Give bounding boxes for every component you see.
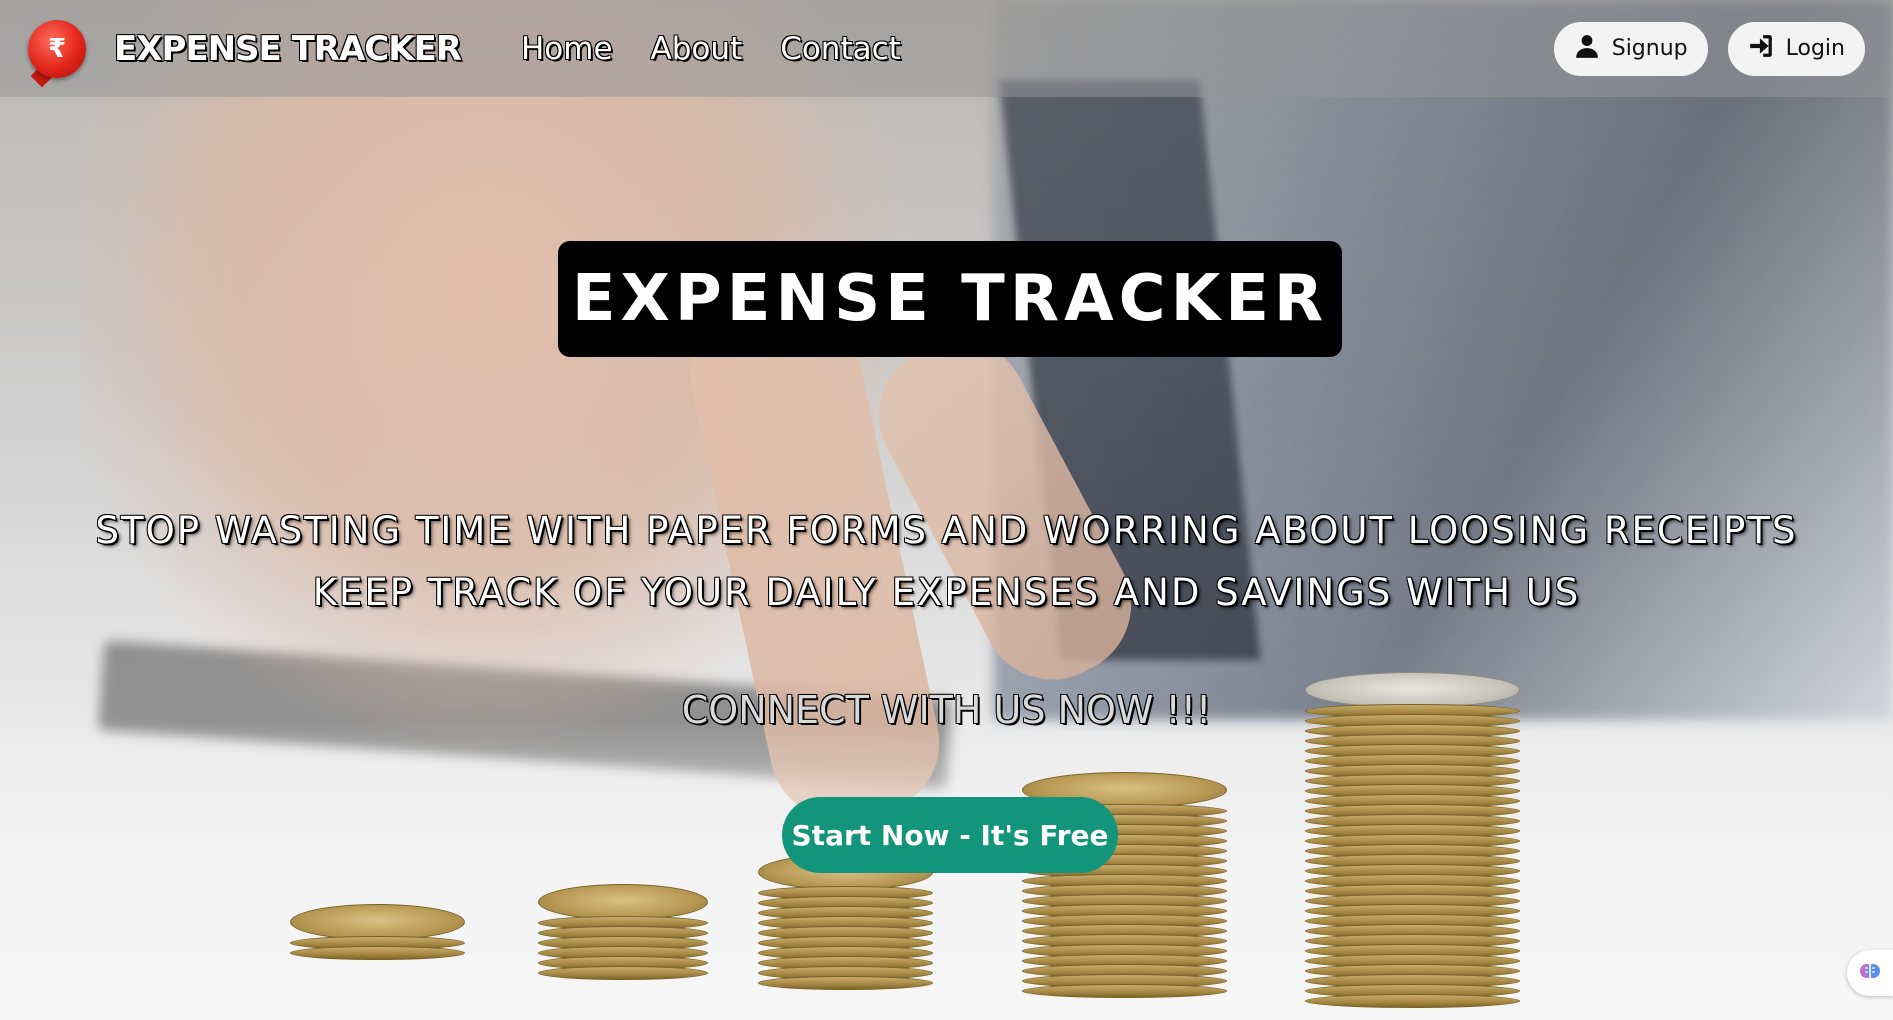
hero-tagline-line-1: STOP WASTING TIME WITH PAPER FORMS AND W… xyxy=(95,509,1798,552)
login-label: Login xyxy=(1785,36,1845,61)
user-icon xyxy=(1574,33,1600,65)
brain-icon xyxy=(1858,959,1882,987)
signup-label: Signup xyxy=(1611,36,1688,61)
hero-tagline-line-2: KEEP TRACK OF YOUR DAILY EXPENSES AND SA… xyxy=(312,571,1581,614)
login-button[interactable]: Login xyxy=(1727,21,1865,76)
nav-links: Home About Contact xyxy=(521,31,901,67)
hero-tagline: STOP WASTING TIME WITH PAPER FORMS AND W… xyxy=(0,500,1893,624)
sign-in-icon xyxy=(1748,33,1774,65)
logo-symbol: ₹ xyxy=(47,33,67,64)
navbar: ₹ EXPENSE TRACKER Home About Contact Sig… xyxy=(0,0,1893,97)
hero-connect-text: CONNECT WITH US NOW !!! xyxy=(681,688,1212,732)
nav-link-home[interactable]: Home xyxy=(521,31,613,67)
coin-stack-3 xyxy=(758,854,933,990)
hero-title-box: EXPENSE TRACKER xyxy=(558,241,1342,357)
nav-link-contact[interactable]: Contact xyxy=(780,31,901,67)
brand-name[interactable]: EXPENSE TRACKER xyxy=(114,29,462,69)
auth-buttons: Signup Login xyxy=(1553,21,1865,76)
landing-page: ₹ EXPENSE TRACKER Home About Contact Sig… xyxy=(0,0,1893,1020)
nav-link-about[interactable]: About xyxy=(651,31,743,67)
floating-widget[interactable] xyxy=(1847,950,1893,996)
coin-stack-1 xyxy=(290,904,465,960)
hero-title: EXPENSE TRACKER xyxy=(571,262,1329,336)
start-now-button[interactable]: Start Now - It's Free xyxy=(782,797,1118,873)
signup-button[interactable]: Signup xyxy=(1553,21,1708,76)
coin-stack-2 xyxy=(538,884,708,980)
rupee-logo-icon[interactable]: ₹ xyxy=(28,19,86,87)
